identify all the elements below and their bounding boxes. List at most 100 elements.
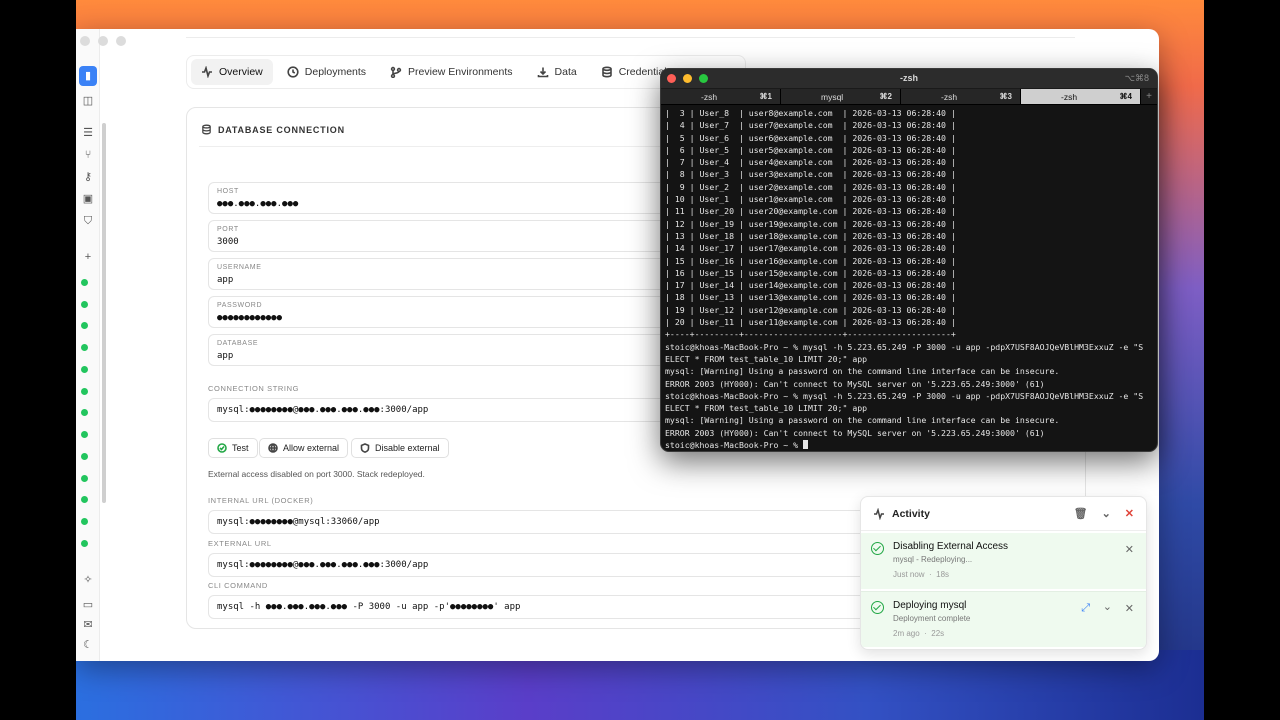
terminal-line: | 16 | User_15 | user15@example.com | 20… xyxy=(665,267,956,278)
terminal-line: | 14 | User_17 | user17@example.com | 20… xyxy=(665,243,956,254)
tab-label: Overview xyxy=(219,66,263,78)
field-label: HOST xyxy=(217,188,239,195)
stacks-icon[interactable]: ☰ xyxy=(79,125,97,141)
disable-external-button[interactable]: Disable external xyxy=(351,438,449,458)
button-label: Disable external xyxy=(375,443,440,453)
activity-item[interactable]: Disabling External Access mysql - Redepl… xyxy=(861,533,1146,589)
status-dot[interactable] xyxy=(81,475,88,482)
letterbox-left xyxy=(0,0,76,720)
tab-overview[interactable]: Overview xyxy=(191,59,273,85)
status-dot[interactable] xyxy=(81,366,88,373)
new-tab-button[interactable]: + xyxy=(1141,89,1157,104)
key-icon[interactable]: ⚷ xyxy=(79,169,97,185)
terminal-tab-shortcut: ⌘4 xyxy=(1119,92,1132,101)
terminal-tab-shortcut: ⌘1 xyxy=(759,92,772,101)
letterbox-right xyxy=(1204,0,1280,720)
terminal-title: -zsh xyxy=(900,73,918,83)
dismiss-icon[interactable]: ✕ xyxy=(1125,602,1134,615)
status-dot[interactable] xyxy=(81,409,88,416)
add-icon[interactable]: + xyxy=(79,249,97,265)
globe-icon xyxy=(268,443,278,453)
clock-icon xyxy=(287,66,299,78)
status-dot[interactable] xyxy=(81,344,88,351)
status-note: External access disabled on port 3000. S… xyxy=(208,469,425,479)
sparkle-icon[interactable]: ✧ xyxy=(79,572,97,588)
lock-icon[interactable]: ▣ xyxy=(79,191,97,207)
window-controls xyxy=(80,36,126,46)
tab-deployments[interactable]: Deployments xyxy=(277,59,376,85)
field-value: 3000 xyxy=(217,237,239,247)
terminal-line: | 3 | User_8 | user8@example.com | 2026-… xyxy=(665,108,956,118)
tab-data[interactable]: Data xyxy=(527,59,587,85)
status-dot[interactable] xyxy=(81,540,88,547)
terminal-tab-label: -zsh xyxy=(941,91,958,102)
download-icon xyxy=(537,67,548,78)
test-button[interactable]: Test xyxy=(208,438,258,458)
database-icon xyxy=(601,66,612,78)
field-label: PASSWORD xyxy=(217,302,263,309)
moon-icon[interactable]: ☾ xyxy=(79,637,97,653)
status-dot[interactable] xyxy=(81,279,88,286)
activity-item-duration: 18s xyxy=(936,570,950,579)
activity-item-meta: Just now · 18s xyxy=(893,570,950,579)
mail-icon[interactable]: ✉ xyxy=(79,617,97,633)
allow-external-button[interactable]: Allow external xyxy=(259,438,349,458)
terminal-cursor xyxy=(803,440,809,450)
status-dot[interactable] xyxy=(81,388,88,395)
check-circle-icon xyxy=(871,601,884,614)
activity-icon xyxy=(202,66,212,78)
terminal-line: | 10 | User_1 | user1@example.com | 2026… xyxy=(665,194,956,205)
check-circle-icon xyxy=(217,443,227,453)
terminal-line: ERROR 2003 (HY000): Can't connect to MyS… xyxy=(665,378,1045,389)
terminal-tab[interactable]: -zsh ⌘1 xyxy=(661,89,781,104)
terminal-line: ERROR 2003 (HY000): Can't connect to MyS… xyxy=(665,427,1045,438)
activity-item[interactable]: Deploying mysql Deployment complete 2m a… xyxy=(861,591,1146,647)
terminal-titlebar[interactable]: -zsh ⌥⌘8 xyxy=(661,69,1157,89)
chevron-down-icon[interactable]: ⌄ xyxy=(1103,600,1112,613)
tab-label: Data xyxy=(554,66,577,78)
zoom-window-button[interactable] xyxy=(116,36,126,46)
tab-label: Deployments xyxy=(304,66,367,78)
status-dot[interactable] xyxy=(81,431,88,438)
connection-string-label: CONNECTION STRING xyxy=(208,384,300,393)
terminal-tab[interactable]: mysql ⌘2 xyxy=(781,89,901,104)
sidebar-scrollbar[interactable] xyxy=(102,123,106,503)
field-label: DATABASE xyxy=(217,340,259,347)
terminal-window[interactable]: -zsh ⌥⌘8 -zsh ⌘1 mysql ⌘2 -zsh ⌘3 -zsh ⌘4 + … xyxy=(660,68,1158,452)
status-dot[interactable] xyxy=(81,301,88,308)
terminal-prompt-text: stoic@khoas-MacBook-Pro ~ % xyxy=(665,440,804,451)
close-icon[interactable]: ✕ xyxy=(1125,507,1134,520)
app-logo-icon[interactable]: ▮ xyxy=(79,66,97,86)
chevron-down-icon[interactable]: ⌄ xyxy=(1102,507,1111,520)
terminal-tab-bar: -zsh ⌘1 mysql ⌘2 -zsh ⌘3 -zsh ⌘4 + xyxy=(661,89,1157,105)
status-dot[interactable] xyxy=(81,322,88,329)
expand-icon[interactable]: ⤢ xyxy=(1081,602,1090,615)
terminal-output[interactable]: | 3 | User_8 | user8@example.com | 2026-… xyxy=(661,105,1157,451)
tab-preview-environments[interactable]: Preview Environments xyxy=(380,59,522,85)
terminal-prompt[interactable]: stoic@khoas-MacBook-Pro ~ % xyxy=(665,439,1153,451)
terminal-line: ELECT * FROM test_table_10 LIMIT 20;" ap… xyxy=(665,353,868,364)
shield-icon[interactable]: ⛉ xyxy=(79,213,97,229)
status-dot[interactable] xyxy=(81,453,88,460)
external-url-label: EXTERNAL URL xyxy=(208,539,272,548)
git-icon[interactable]: ⑂ xyxy=(79,147,97,163)
book-icon[interactable]: ▭ xyxy=(79,597,97,613)
panel-title-text: DATABASE CONNECTION xyxy=(218,124,345,135)
terminal-tab[interactable]: -zsh ⌘3 xyxy=(901,89,1021,104)
terminal-tab-label: -zsh xyxy=(1061,91,1078,102)
terminal-line: | 18 | User_13 | user13@example.com | 20… xyxy=(665,292,956,303)
activity-icon xyxy=(874,507,884,520)
close-window-button[interactable] xyxy=(80,36,90,46)
terminal-tab-active[interactable]: -zsh ⌘4 xyxy=(1021,89,1141,104)
terminal-line: | 13 | User_18 | user18@example.com | 20… xyxy=(665,230,956,241)
terminal-line: | 8 | User_3 | user3@example.com | 2026-… xyxy=(665,169,956,180)
status-dot[interactable] xyxy=(81,518,88,525)
terminal-line: ELECT * FROM test_table_10 LIMIT 20;" ap… xyxy=(665,403,868,414)
sidebar-toggle-icon[interactable]: ◫ xyxy=(79,93,97,109)
dismiss-icon[interactable]: ✕ xyxy=(1125,543,1134,556)
minimize-window-button[interactable] xyxy=(98,36,108,46)
terminal-tab-shortcut: ⌘3 xyxy=(999,92,1012,101)
status-dot[interactable] xyxy=(81,496,88,503)
activity-title: Activity xyxy=(892,507,930,520)
trash-icon[interactable]: 🗑 xyxy=(1074,507,1088,520)
